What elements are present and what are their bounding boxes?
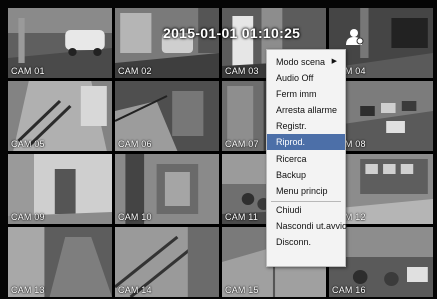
menu-item-record[interactable]: Registr. [267,118,345,134]
camera-tile-01[interactable]: CAM 01 [8,8,112,78]
camera-label: CAM 06 [118,139,152,149]
camera-label: CAM 14 [118,285,152,295]
camera-tile-06[interactable]: CAM 06 [115,81,219,151]
user-icon[interactable] [344,26,364,46]
camera-tile-10[interactable]: CAM 10 [115,154,219,224]
menu-item-label: Modo scena [276,57,326,67]
context-menu: Modo scena ▶ Audio Off Ferm imm Arresta … [266,49,348,267]
camera-tile-05[interactable]: CAM 05 [8,81,112,151]
menu-item-label: Backup [276,170,307,180]
camera-label: CAM 09 [11,212,45,222]
menu-item-alarm-stop[interactable]: Arresta allarme [267,102,345,118]
menu-item-main-menu[interactable]: Menu princip [267,183,345,199]
menu-item-label: Ferm imm [276,89,317,99]
menu-item-close[interactable]: Chiudi [267,202,345,218]
menu-item-label: Registr. [276,121,307,131]
menu-item-label: Nascondi ut.avvio [276,221,348,231]
camera-label: CAM 15 [225,285,259,295]
menu-item-label: Menu princip [276,186,328,196]
camera-tile-14[interactable]: CAM 14 [115,227,219,297]
camera-label: CAM 01 [11,66,45,76]
menu-item-search[interactable]: Ricerca [267,151,345,167]
menu-item-label: Chiudi [276,205,302,215]
menu-item-hide-launcher[interactable]: Nascondi ut.avvio [267,218,348,234]
camera-label: CAM 02 [118,66,152,76]
submenu-arrow-icon: ▶ [331,58,337,65]
camera-label: CAM 13 [11,285,45,295]
menu-item-freeze[interactable]: Ferm imm [267,86,345,102]
camera-tile-09[interactable]: CAM 09 [8,154,112,224]
menu-item-audio-off[interactable]: Audio Off [267,70,345,86]
camera-label: CAM 03 [225,66,259,76]
menu-item-label: Audio Off [276,73,314,83]
menu-item-backup[interactable]: Backup [267,167,345,183]
menu-item-label: Ricerca [276,154,307,164]
menu-item-logout[interactable]: Disconn. [267,234,345,250]
menu-item-label: Riprod. [276,137,306,147]
menu-item-label: Disconn. [276,237,312,247]
menu-item-playback[interactable]: Riprod. [267,134,345,150]
camera-tile-02[interactable]: CAM 02 [115,8,219,78]
menu-item-label: Arresta allarme [276,105,338,115]
datetime-overlay: 2015-01-01 01:10:25 [163,25,301,41]
menu-item-scene-mode[interactable]: Modo scena ▶ [267,54,345,70]
camera-tile-13[interactable]: CAM 13 [8,227,112,297]
camera-label: CAM 10 [118,212,152,222]
camera-label: CAM 16 [332,285,366,295]
camera-grid: CAM 01 CAM 02 CAM 03 CAM 04 CAM 05 CAM 0… [8,8,433,297]
camera-label: CAM 05 [11,139,45,149]
camera-label: CAM 07 [225,139,259,149]
camera-label: CAM 11 [225,212,259,222]
